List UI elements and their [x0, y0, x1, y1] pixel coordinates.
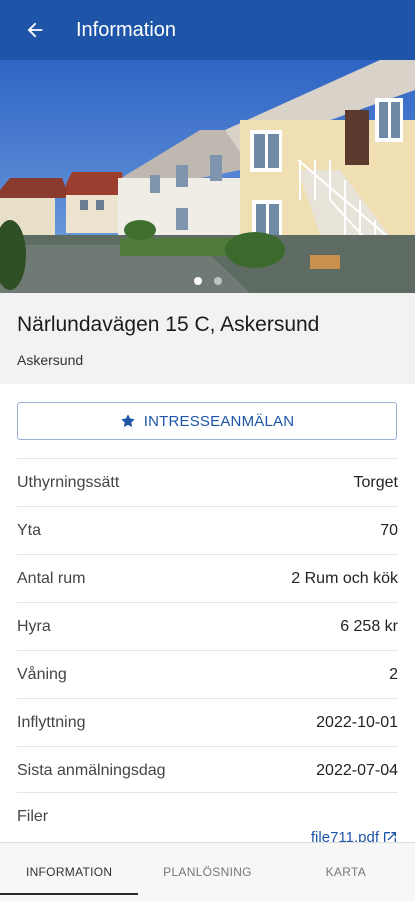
building-illustration — [0, 60, 415, 293]
bottom-tab-bar: INFORMATION PLANLÖSNING KARTA — [0, 842, 415, 901]
detail-row-move-in: Inflyttning 2022-10-01 — [17, 698, 398, 746]
detail-value: 2022-10-01 — [316, 713, 398, 731]
interest-button[interactable]: INTRESSEANMÄLAN — [17, 402, 397, 440]
tab-floor-plan[interactable]: PLANLÖSNING — [138, 843, 276, 901]
carousel-dot[interactable] — [213, 277, 222, 285]
page-title: Information — [76, 18, 177, 41]
building-photo[interactable] — [0, 60, 415, 293]
arrow-left-icon — [27, 22, 43, 38]
back-button[interactable] — [20, 15, 50, 45]
detail-label: Sista anmälningsdag — [17, 761, 166, 779]
carousel-dot-active[interactable] — [193, 277, 202, 285]
listing-header: Närlundavägen 15 C, Askersund Askersund — [0, 293, 415, 384]
detail-value: Torget — [353, 473, 398, 491]
carousel-indicator — [0, 277, 415, 285]
detail-label: Yta — [17, 521, 42, 539]
listing-address: Närlundavägen 15 C, Askersund — [17, 313, 320, 336]
listing-city: Askersund — [17, 352, 84, 368]
detail-value: 6 258 kr — [340, 617, 398, 635]
tab-information[interactable]: INFORMATION — [0, 843, 139, 901]
detail-row-rent: Hyra 6 258 kr — [17, 602, 398, 650]
detail-row-floor: Våning 2 — [17, 650, 398, 698]
tab-map[interactable]: KARTA — [277, 843, 415, 901]
details-list: Uthyrningssätt Torget Yta 70 Antal rum 2… — [17, 458, 398, 794]
detail-row-rental-method: Uthyrningssätt Torget — [17, 458, 398, 506]
detail-row-last-apply-date: Sista anmälningsdag 2022-07-04 — [17, 746, 398, 794]
detail-label: Uthyrningssätt — [17, 473, 120, 491]
star-icon — [120, 413, 136, 429]
detail-value: 2 Rum och kök — [291, 569, 398, 587]
detail-value: 2 — [389, 665, 398, 683]
detail-label: Inflyttning — [17, 713, 86, 731]
detail-value: 2022-07-04 — [316, 761, 398, 779]
app-bar: Information — [0, 0, 415, 60]
detail-row-rooms: Antal rum 2 Rum och kök — [17, 554, 398, 602]
files-label: Filer — [17, 808, 49, 825]
detail-row-area: Yta 70 — [17, 506, 398, 554]
detail-value: 70 — [380, 521, 398, 539]
interest-button-label: INTRESSEANMÄLAN — [143, 412, 295, 430]
files-section: Filer file711.pdf — [17, 792, 398, 846]
detail-label: Antal rum — [17, 569, 86, 587]
detail-label: Hyra — [17, 617, 51, 635]
detail-label: Våning — [17, 665, 67, 683]
